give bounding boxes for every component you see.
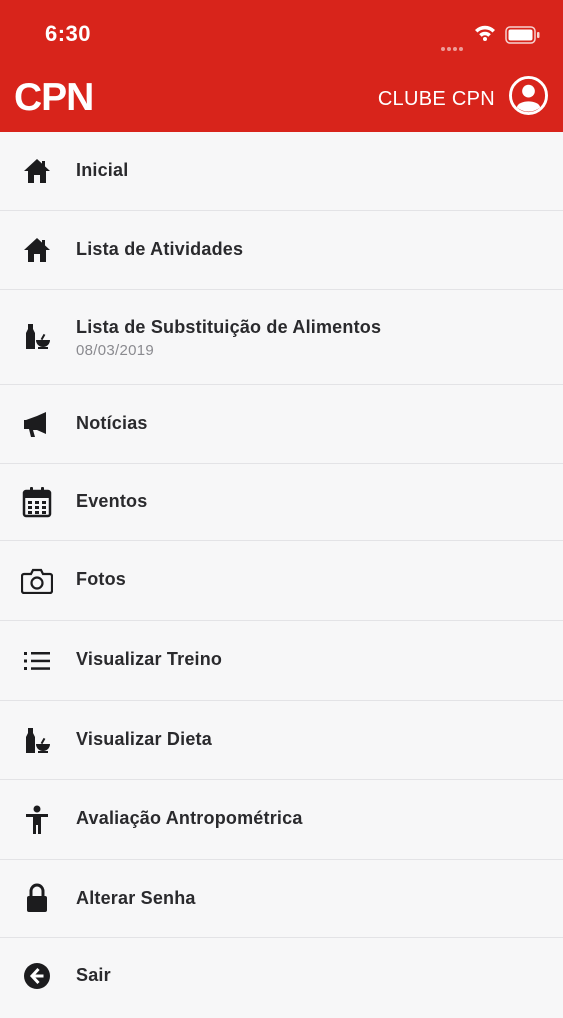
menu-item-label: Notícias (76, 413, 148, 433)
menu-item-noticias[interactable]: Notícias (0, 385, 563, 464)
menu-item-eventos[interactable]: Eventos (0, 464, 563, 541)
home-icon (20, 154, 54, 188)
person-icon (20, 803, 54, 837)
list-icon (20, 644, 54, 678)
menu-item-visualizar-treino[interactable]: Visualizar Treino (0, 621, 563, 701)
food-bottle-bowl-icon (20, 319, 54, 353)
menu-item-avaliacao[interactable]: Avaliação Antropométrica (0, 780, 563, 860)
menu-item-inicial[interactable]: Inicial (0, 132, 563, 211)
back-arrow-icon (20, 959, 54, 993)
menu-item-label: Alterar Senha (76, 888, 196, 908)
menu-item-label: Eventos (76, 491, 148, 511)
app-header: 6:30 CPN CLUBE CPN (0, 0, 563, 132)
food-bottle-bowl-icon (20, 723, 54, 757)
camera-icon (20, 564, 54, 598)
menu-item-alterar-senha[interactable]: Alterar Senha (0, 860, 563, 938)
signal-dots-icon (441, 38, 465, 56)
status-time: 6:30 (45, 21, 92, 46)
menu-item-label: Visualizar Dieta (76, 729, 212, 749)
menu-item-label: Visualizar Treino (76, 649, 223, 669)
home-icon (20, 233, 54, 267)
side-menu: Inicial Lista de Atividades Lista de Sub… (0, 132, 563, 1018)
menu-item-label: Avaliação Antropométrica (76, 808, 303, 828)
menu-item-label: Sair (76, 965, 111, 985)
menu-item-label: Lista de Atividades (76, 239, 244, 259)
menu-item-sair[interactable]: Sair (0, 938, 563, 1018)
calendar-icon (20, 485, 54, 519)
battery-icon (505, 26, 540, 44)
wifi-icon (475, 25, 495, 41)
lock-icon (20, 881, 54, 915)
menu-item-label: Fotos (76, 569, 126, 589)
menu-item-substituicao-alimentos[interactable]: Lista de Substituição de Alimentos 08/03… (0, 290, 563, 385)
megaphone-icon (20, 407, 54, 441)
menu-item-label: Lista de Substituição de Alimentos (76, 317, 382, 337)
menu-item-visualizar-dieta[interactable]: Visualizar Dieta (0, 701, 563, 780)
app-logo: CPN (14, 76, 94, 119)
club-link[interactable]: CLUBE CPN (378, 88, 495, 111)
menu-item-label: Inicial (76, 160, 129, 180)
menu-item-fotos[interactable]: Fotos (0, 541, 563, 621)
user-circle-icon[interactable] (509, 76, 548, 115)
menu-item-lista-atividades[interactable]: Lista de Atividades (0, 211, 563, 290)
menu-item-date: 08/03/2019 (76, 342, 155, 359)
